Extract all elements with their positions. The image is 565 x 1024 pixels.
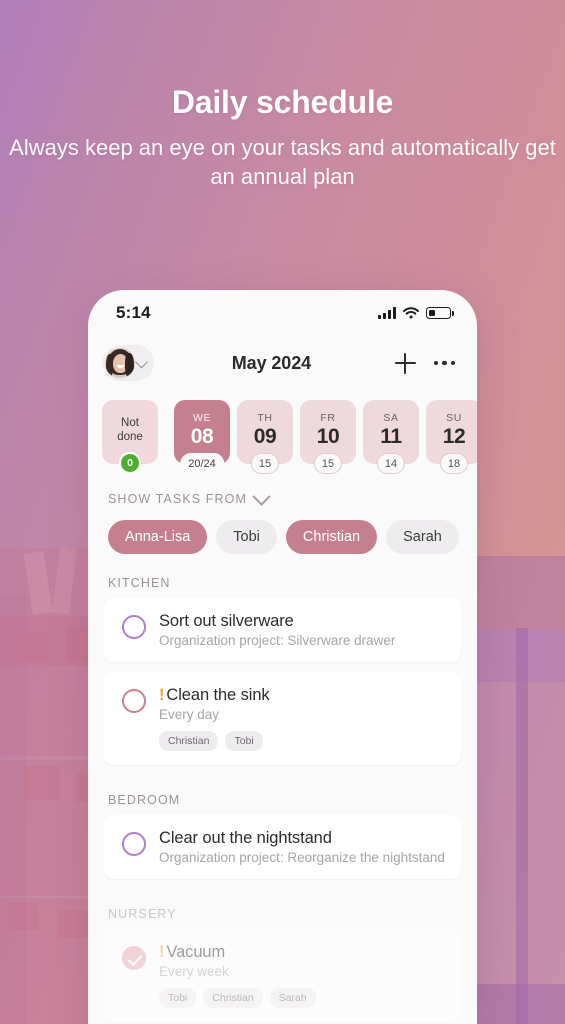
assignee-tag: Sarah [269, 988, 316, 1008]
date-card-dow: TH [257, 412, 273, 424]
date-card-sa-11[interactable]: SA 11 14 [363, 400, 419, 474]
chip-sarah[interactable]: Sarah [386, 520, 459, 554]
task-title-text: Vacuum [166, 943, 226, 961]
date-card-th-09[interactable]: TH 09 15 [237, 400, 293, 474]
promo-title: Daily schedule [171, 84, 394, 120]
task-checkbox[interactable] [122, 689, 146, 713]
date-card-count: 15 [313, 453, 343, 474]
cellular-signal-icon [378, 307, 396, 319]
chevron-down-icon[interactable] [135, 355, 148, 368]
avatar[interactable] [105, 348, 135, 378]
priority-icon: ! [159, 686, 165, 704]
date-strip[interactable]: Not done 0 WE 08 20/24 TH 09 15 FR 10 15… [88, 390, 477, 474]
promo-block: Daily schedule Always keep an eye on you… [0, 84, 565, 191]
plus-icon[interactable] [394, 352, 416, 374]
date-card-dow: SA [383, 412, 399, 424]
task-row-clean-the-sink[interactable]: ! Clean the sink Every day Christian Tobi [104, 672, 461, 765]
assignee-tag: Christian [203, 988, 263, 1008]
date-card-su-12[interactable]: SU 12 18 [426, 400, 477, 474]
promo-subtitle: Always keep an eye on your tasks and aut… [9, 135, 556, 190]
task-title: Clear out the nightstand [159, 829, 332, 847]
task-assignee-tags: Christian Tobi [159, 731, 270, 751]
task-title: Sort out silverware [159, 612, 294, 630]
task-subtitle: Organization project: Reorganize the nig… [159, 850, 445, 865]
task-title-text: Clean the sink [166, 686, 270, 704]
app-header: May 2024 [88, 336, 477, 390]
task-subtitle: Organization project: Silverware drawer [159, 633, 396, 648]
task-checkbox[interactable] [122, 832, 146, 856]
task-checkbox[interactable] [122, 946, 146, 970]
date-card-dow: SU [446, 412, 462, 424]
status-bar-time: 5:14 [116, 303, 151, 322]
task-subtitle: Every day [159, 707, 220, 722]
date-card-dow: FR [320, 412, 336, 424]
more-options-icon[interactable] [433, 360, 455, 366]
chip-christian[interactable]: Christian [285, 520, 378, 554]
chip-tobi[interactable]: Tobi [216, 520, 277, 554]
assignee-tag: Tobi [159, 988, 197, 1008]
date-card-fr-10[interactable]: FR 10 15 [300, 400, 356, 474]
background-building-left-b2 [18, 632, 48, 662]
battery-icon [426, 307, 454, 319]
page-title: May 2024 [231, 352, 312, 373]
date-card-count: 18 [439, 453, 469, 474]
section-label-nursery: NURSERY [108, 907, 177, 921]
wifi-icon [403, 307, 419, 319]
task-row-sort-out-silverware[interactable]: Sort out silverware Organization project… [104, 598, 461, 662]
status-bar: 5:14 [88, 290, 477, 336]
task-title: ! Vacuum [159, 943, 316, 962]
date-card-day: 10 [316, 425, 340, 448]
date-card-day: 12 [442, 425, 466, 448]
background-building-right-column [516, 628, 528, 1024]
date-card-count: 14 [376, 453, 406, 474]
background-building-right-base [476, 984, 565, 1024]
show-tasks-from-header[interactable]: SHOW TASKS FROM [88, 472, 477, 506]
chip-anna-lisa[interactable]: Anna-Lisa [108, 520, 208, 554]
assignee-tag: Tobi [225, 731, 263, 751]
task-assignee-tags: Tobi Christian Sarah [159, 988, 316, 1008]
priority-icon: ! [159, 943, 165, 961]
date-card-dow: WE [192, 412, 212, 424]
task-list: KITCHEN Sort out silverware Organization… [88, 554, 477, 1024]
not-done-label-line1: Not [121, 417, 139, 429]
header-actions [394, 352, 455, 374]
date-card-day: 11 [380, 425, 402, 448]
task-subtitle: Every week [159, 964, 229, 979]
not-done-label-line2: done [117, 431, 143, 444]
people-filter-chips[interactable]: Anna-Lisa Tobi Christian Sarah [88, 506, 477, 554]
task-row-vacuum[interactable]: ! Vacuum Every week Tobi Christian Sarah [104, 929, 461, 1022]
status-bar-icons [378, 307, 454, 319]
section-label-bedroom: BEDROOM [108, 793, 181, 807]
assignee-tag: Christian [159, 731, 219, 751]
account-switcher[interactable] [102, 345, 154, 381]
phone-mockup: 5:14 May 2024 Not done 0 WE 08 20/24 TH … [88, 290, 477, 1024]
date-card-day: 08 [190, 425, 214, 448]
date-card-day: 09 [253, 425, 277, 448]
date-card-count: 20/24 [180, 453, 224, 474]
date-card-count: 15 [250, 453, 280, 474]
date-card-not-done[interactable]: Not done 0 [102, 400, 158, 474]
task-title: ! Clean the sink [159, 686, 270, 705]
chevron-down-icon[interactable] [252, 486, 271, 506]
not-done-count-badge: 0 [119, 452, 141, 474]
background-building-left-d2 [8, 902, 38, 930]
task-row-clear-out-the-nightstand[interactable]: Clear out the nightstand Organization pr… [104, 815, 461, 879]
date-card-we-08[interactable]: WE 08 20/24 [174, 400, 230, 474]
background-building-left-c2 [24, 766, 60, 800]
show-tasks-from-label: SHOW TASKS FROM [108, 492, 247, 506]
section-label-kitchen: KITCHEN [108, 576, 171, 590]
task-checkbox[interactable] [122, 615, 146, 639]
